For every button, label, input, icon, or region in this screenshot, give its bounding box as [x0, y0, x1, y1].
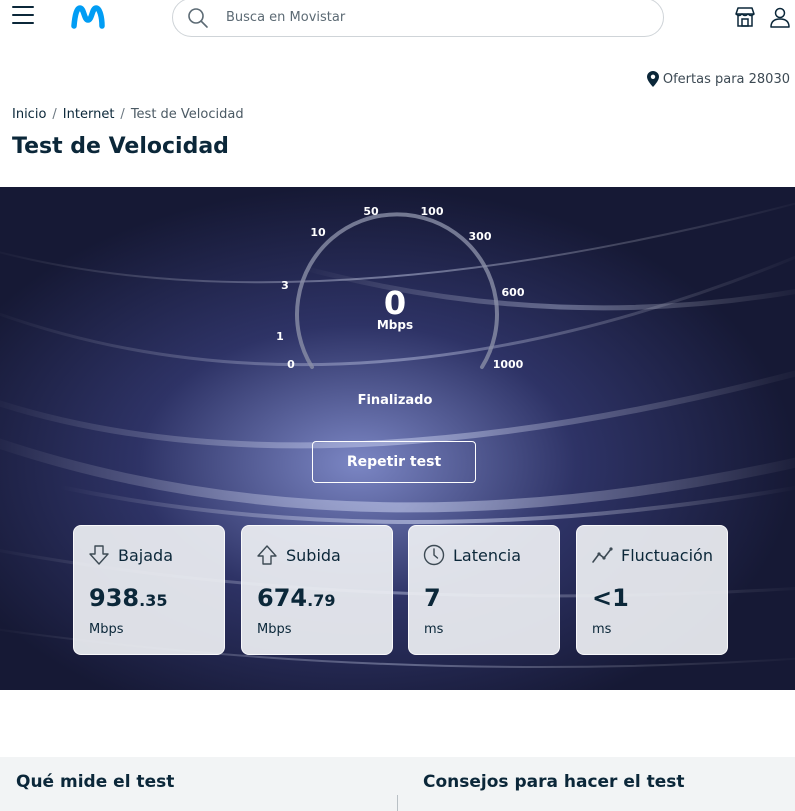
- movistar-logo[interactable]: [70, 4, 106, 30]
- arrow-up-icon: [257, 545, 277, 565]
- result-value: 7: [424, 584, 441, 612]
- breadcrumb-current: Test de Velocidad: [130, 107, 244, 122]
- result-value: <1: [592, 584, 629, 612]
- current-speed-value: 0: [383, 284, 407, 322]
- breadcrumb-inicio[interactable]: Inicio: [12, 107, 46, 122]
- gauge-tick-100: 100: [420, 205, 444, 218]
- result-label: Bajada: [118, 545, 173, 565]
- user-icon[interactable]: [768, 5, 792, 29]
- gauge-tick-0: 0: [287, 358, 295, 371]
- repeat-test-button[interactable]: Repetir test: [312, 441, 476, 483]
- breadcrumb-separator: /: [120, 107, 125, 122]
- result-unit: ms: [424, 622, 444, 637]
- offers-label: Ofertas para 28030: [662, 71, 790, 87]
- site-header: Busca en Movistar: [0, 0, 795, 40]
- result-label: Latencia: [453, 545, 522, 565]
- menu-button[interactable]: [12, 6, 34, 26]
- gauge-tick-300: 300: [468, 230, 492, 243]
- test-info-section: Qué mide el test Consejos para hacer el …: [0, 757, 795, 811]
- breadcrumb-separator: /: [52, 107, 57, 122]
- store-icon[interactable]: [733, 5, 757, 29]
- clock-icon: [423, 544, 445, 566]
- search-icon: [188, 8, 208, 28]
- page-title: Test de Velocidad: [12, 134, 229, 159]
- result-unit: Mbps: [257, 622, 292, 637]
- result-value: 938.35: [89, 584, 168, 612]
- result-card-download: Bajada 938.35 Mbps: [73, 525, 225, 655]
- gauge-tick-3: 3: [281, 279, 289, 292]
- result-label: Subida: [286, 545, 341, 565]
- hamburger-icon: [12, 6, 34, 8]
- breadcrumb-internet[interactable]: Internet: [63, 107, 115, 122]
- breadcrumb: Inicio / Internet / Test de Velocidad: [12, 107, 244, 122]
- test-status: Finalizado: [357, 393, 433, 408]
- result-value: 674.79: [257, 584, 336, 612]
- result-label: Fluctuación: [621, 545, 713, 565]
- location-pin-icon: [646, 71, 659, 87]
- result-unit: ms: [592, 622, 612, 637]
- gauge-tick-600: 600: [501, 286, 525, 299]
- search-input[interactable]: Busca en Movistar: [172, 0, 664, 37]
- result-card-jitter: Fluctuación <1 ms: [576, 525, 728, 655]
- what-test-measures-title: Qué mide el test: [16, 772, 175, 792]
- chart-line-icon: [592, 547, 613, 563]
- gauge-tick-1000: 1000: [492, 358, 524, 371]
- current-speed-unit: Mbps: [376, 318, 414, 332]
- test-tips-title: Consejos para hacer el test: [423, 772, 685, 792]
- gauge-tick-50: 50: [363, 205, 379, 218]
- section-divider: [397, 795, 398, 811]
- result-card-upload: Subida 674.79 Mbps: [241, 525, 393, 655]
- gauge-tick-10: 10: [310, 226, 326, 239]
- offers-location-link[interactable]: Ofertas para 28030: [646, 71, 790, 87]
- speedtest-panel: 0 1 3 10 50 100 300 600 1000 0 Mbps Fina…: [0, 187, 795, 690]
- gauge-tick-1: 1: [276, 330, 284, 343]
- result-card-latency: Latencia 7 ms: [408, 525, 560, 655]
- result-unit: Mbps: [89, 622, 124, 637]
- search-placeholder: Busca en Movistar: [226, 10, 346, 25]
- arrow-down-icon: [89, 545, 109, 565]
